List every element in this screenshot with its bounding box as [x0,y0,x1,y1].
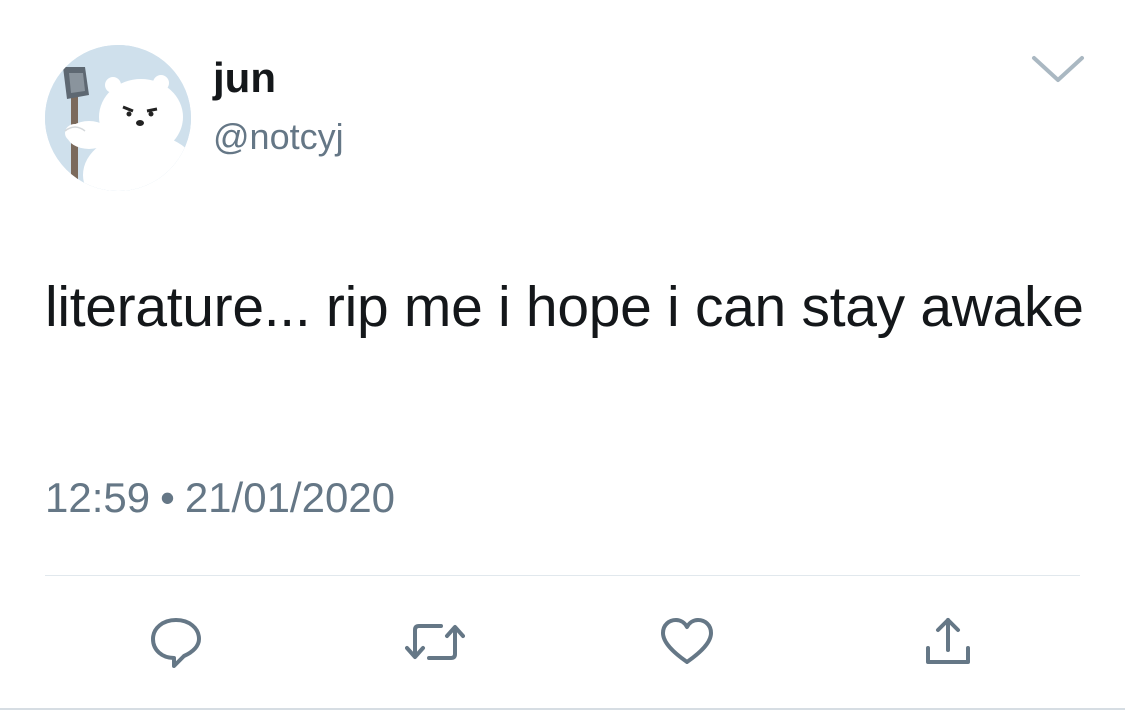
tweet-date: 21/01/2020 [184,474,396,521]
share-button[interactable] [918,612,978,672]
tweet-time: 12:59 [45,474,151,521]
heart-icon [661,618,713,664]
chevron-down-icon[interactable] [1030,52,1086,86]
user-handle[interactable]: @notcyj [213,115,344,159]
avatar[interactable] [45,45,191,191]
tweet-text: literature... rip me i hope i can stay a… [45,275,1084,339]
retweet-button[interactable] [405,612,465,672]
share-icon [926,618,970,664]
tweet-card: jun @notcyj literature... rip me i hope … [0,0,1125,710]
divider [45,575,1080,576]
meta-separator: • [160,474,175,521]
tweet-timestamp[interactable]: 12:59 • 21/01/2020 [45,470,395,526]
retweet-icon [405,624,465,660]
reply-button[interactable] [146,612,206,672]
reply-icon [151,618,201,668]
like-button[interactable] [657,612,717,672]
polar-bear-avatar [45,45,191,191]
display-name[interactable]: jun [213,52,276,104]
